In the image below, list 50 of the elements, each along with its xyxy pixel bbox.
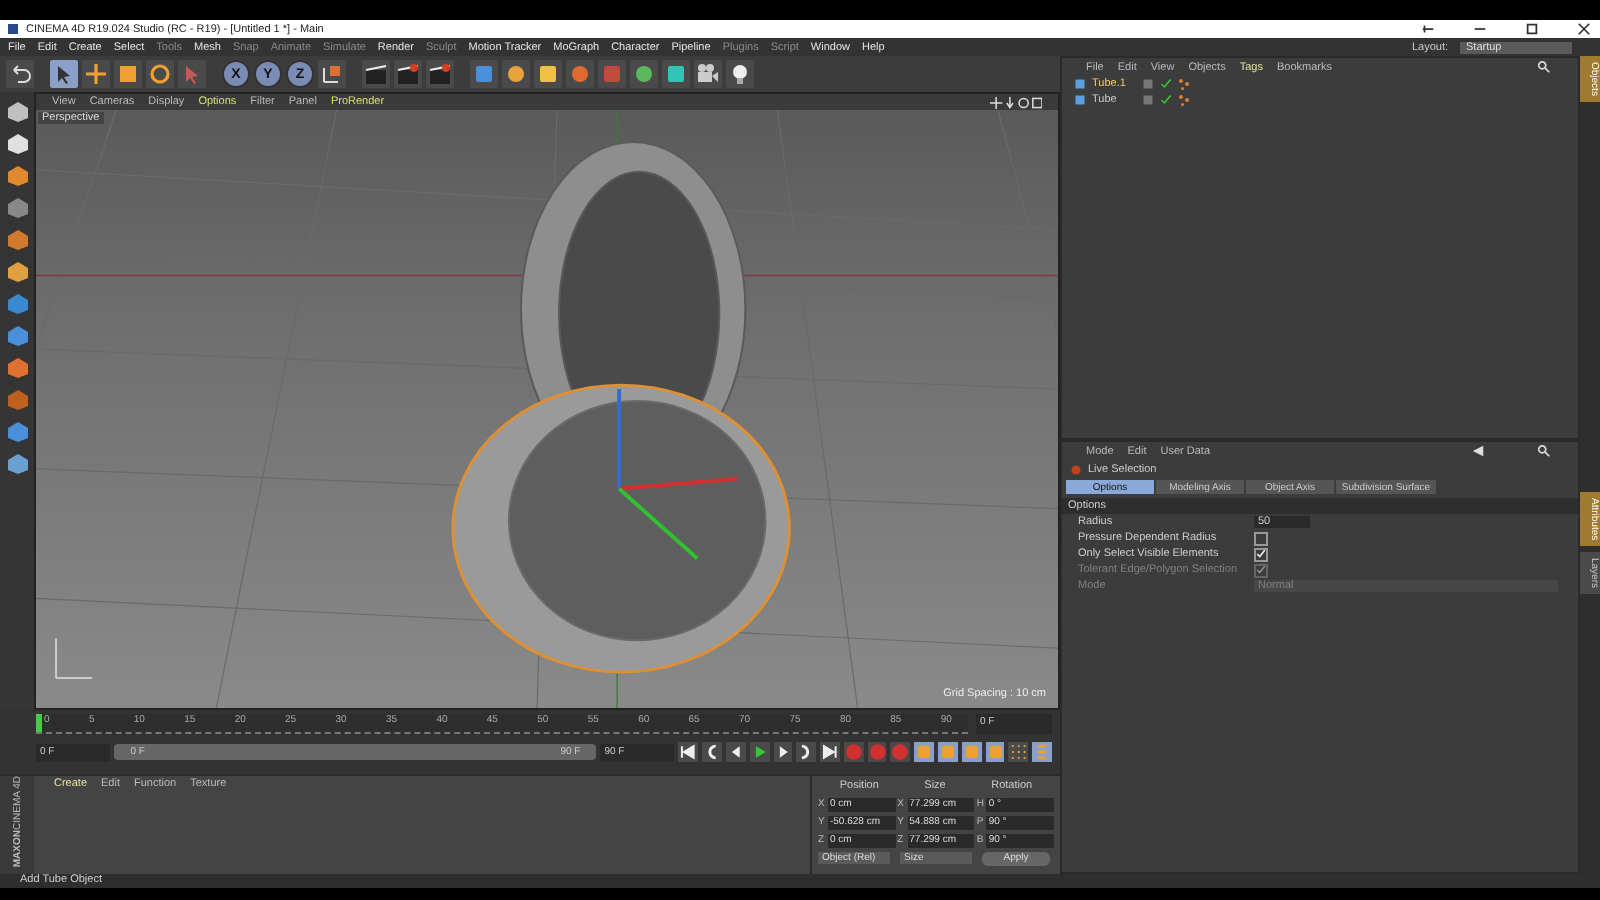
tag-icon xyxy=(1178,94,1190,106)
maximize-icon[interactable] xyxy=(1524,22,1540,36)
world-axis-icon xyxy=(55,637,94,680)
cursor-icon[interactable] xyxy=(50,60,78,88)
clapboard-icon[interactable] xyxy=(394,60,422,88)
coordinate-system-icon[interactable] xyxy=(318,60,346,88)
navigation-icon[interactable] xyxy=(990,95,1042,109)
key-mode-icon[interactable] xyxy=(985,742,1005,762)
live-selection-icon xyxy=(1070,464,1082,476)
close-icon[interactable] xyxy=(1576,22,1592,36)
object-tool-icon[interactable] xyxy=(566,60,594,88)
object-tool-icon[interactable] xyxy=(534,60,562,88)
checkbox[interactable] xyxy=(1254,547,1268,561)
camera-icon[interactable] xyxy=(694,60,722,88)
tag-icon xyxy=(1178,78,1190,90)
record-icon[interactable] xyxy=(890,742,911,762)
next-frame-icon[interactable] xyxy=(773,742,793,762)
previous-key-icon[interactable] xyxy=(702,742,723,762)
object-tool-icon[interactable] xyxy=(662,60,690,88)
clapboard-icon[interactable] xyxy=(362,60,390,88)
tool-icon[interactable] xyxy=(5,452,29,476)
move-icon[interactable] xyxy=(82,60,110,88)
go-to-start-icon[interactable] xyxy=(678,742,699,762)
minimize-icon[interactable] xyxy=(1472,22,1488,36)
key-mode-icon[interactable] xyxy=(961,742,982,762)
tool-icon[interactable] xyxy=(5,228,29,252)
clapboard-icon[interactable] xyxy=(426,60,454,88)
app-icon xyxy=(8,24,18,34)
tool-icon[interactable] xyxy=(5,100,29,124)
tool-icon[interactable] xyxy=(5,260,29,284)
object-tool-icon[interactable] xyxy=(502,60,530,88)
previous-frame-icon[interactable] xyxy=(726,742,746,762)
rotate-icon[interactable] xyxy=(146,60,174,88)
tool-icon[interactable] xyxy=(5,356,29,380)
tool-icon[interactable] xyxy=(5,164,29,188)
object-tool-icon[interactable] xyxy=(630,60,658,88)
light-bulb-icon[interactable] xyxy=(726,60,754,88)
tool-icon[interactable] xyxy=(5,132,29,156)
play-icon[interactable] xyxy=(749,742,770,762)
object-tool-icon[interactable] xyxy=(470,60,498,88)
record-icon[interactable] xyxy=(867,742,887,762)
dots-grid-icon[interactable] xyxy=(1008,742,1029,762)
undo-icon[interactable] xyxy=(6,60,34,88)
range-slider[interactable] xyxy=(114,744,597,760)
restore-icon[interactable] xyxy=(1420,22,1436,36)
key-mode-icon[interactable] xyxy=(914,742,935,762)
go-to-end-icon[interactable] xyxy=(820,742,840,762)
next-key-icon[interactable] xyxy=(796,742,817,762)
scale-icon[interactable] xyxy=(114,60,142,88)
checkbox[interactable] xyxy=(1254,531,1268,545)
